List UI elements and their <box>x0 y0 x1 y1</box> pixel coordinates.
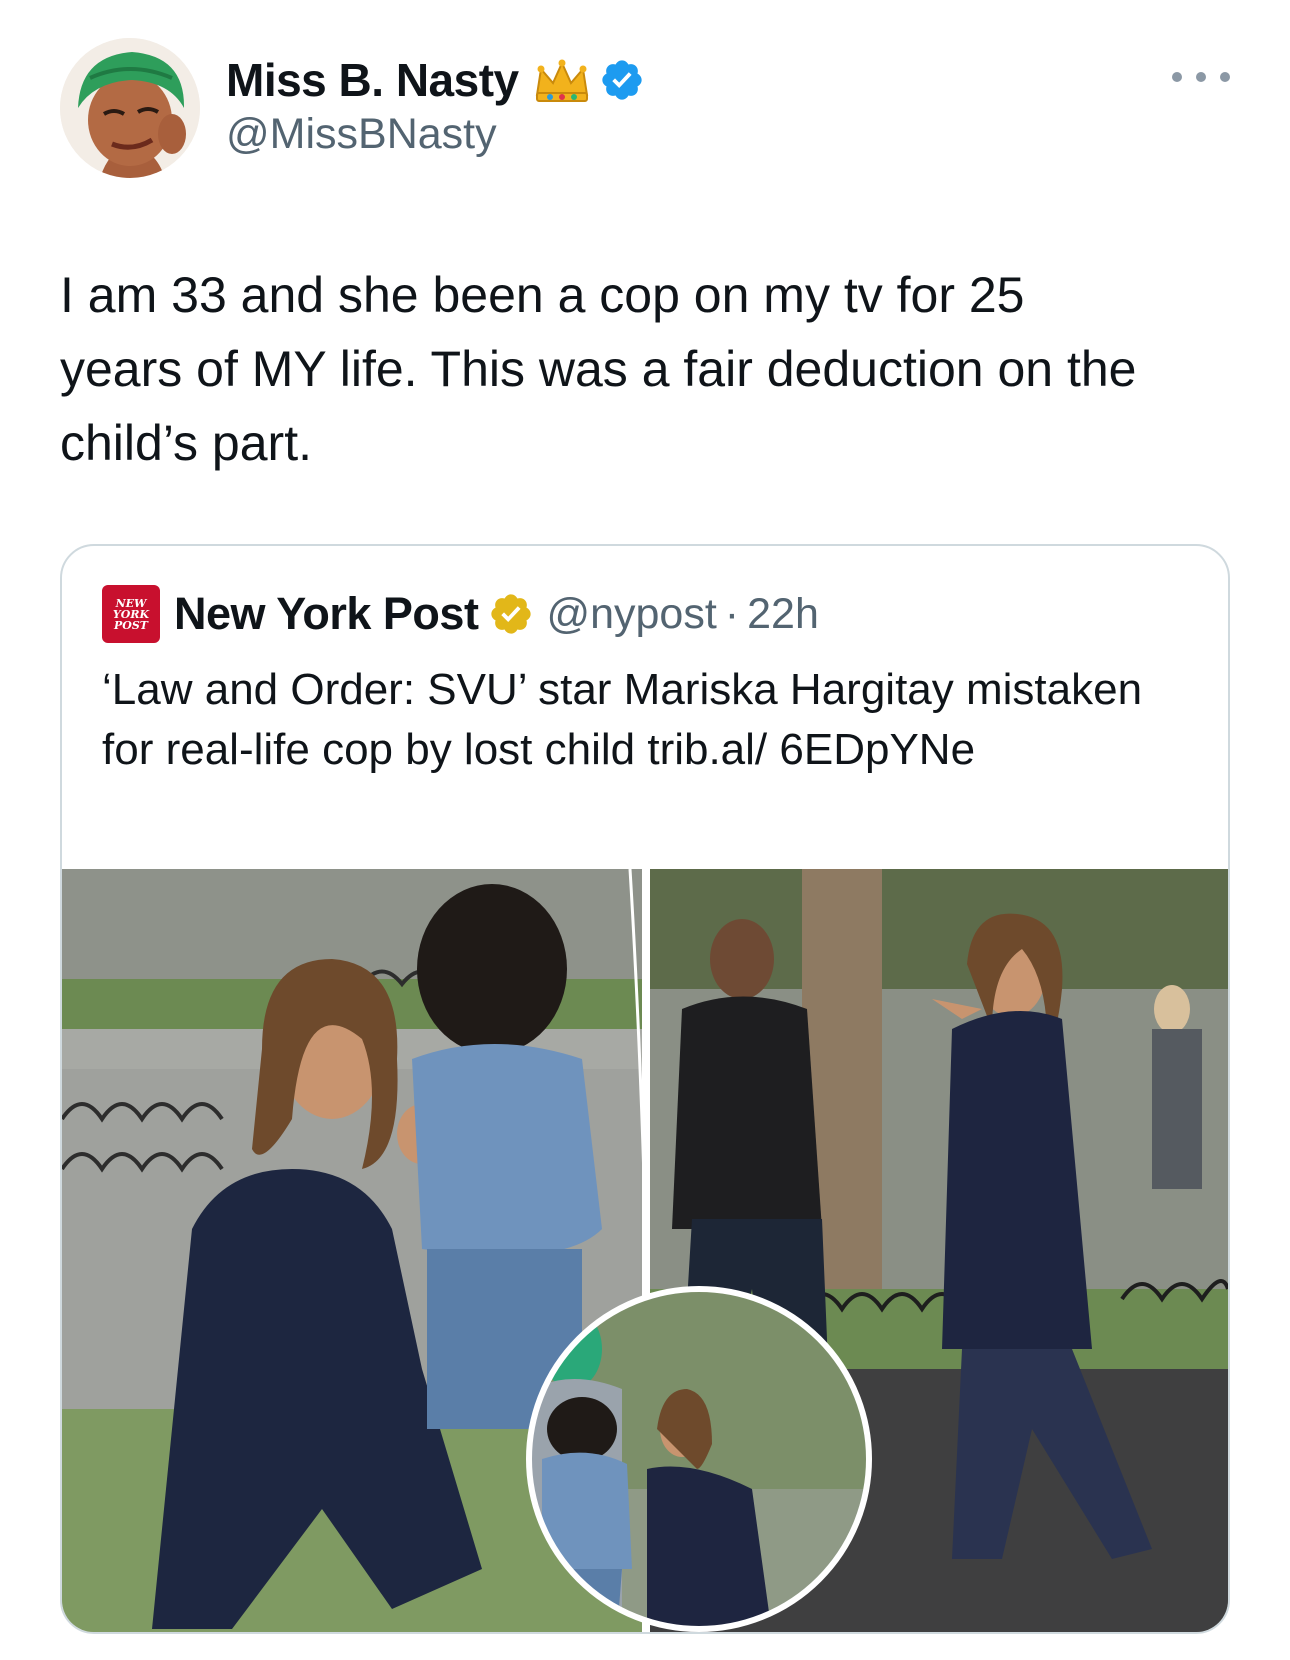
gold-verified-badge-icon[interactable] <box>488 591 534 637</box>
author-display-name[interactable]: Miss B. Nasty <box>226 53 519 107</box>
author-name-row: Miss B. Nasty <box>226 50 645 110</box>
author-avatar[interactable] <box>60 38 200 178</box>
quoted-tweet-card[interactable]: NEW YORK POST New York Post @nypost · 22… <box>60 544 1230 1634</box>
quoted-tweet-text: ‘Law and Order: SVU’ star Mariska Hargit… <box>102 665 1143 774</box>
tweet: Miss B. Nasty @MissBNasty I am 33 and sh… <box>0 0 1290 1660</box>
logo-line: NEW <box>115 596 147 610</box>
logo-line: POST <box>114 618 148 632</box>
quoted-author-name[interactable]: New York Post <box>174 588 479 640</box>
author-handle[interactable]: @MissBNasty <box>226 110 497 159</box>
quoted-timestamp[interactable]: 22h <box>747 590 819 639</box>
nypost-logo[interactable]: NEW YORK POST <box>102 585 160 643</box>
verified-badge-icon[interactable] <box>599 57 645 103</box>
quoted-author-handle[interactable]: @nypost <box>546 590 716 639</box>
separator-dot: · <box>724 589 740 638</box>
logo-line: YORK <box>112 607 150 621</box>
quoted-tweet-photo[interactable] <box>62 869 1228 1632</box>
crown-emoji-icon <box>533 57 591 103</box>
quoted-tweet-header: NEW YORK POST New York Post @nypost · 22… <box>102 585 819 643</box>
more-horizontal-icon[interactable] <box>1172 62 1230 92</box>
tweet-text: I am 33 and she been a cop on my tv for … <box>60 267 1137 471</box>
